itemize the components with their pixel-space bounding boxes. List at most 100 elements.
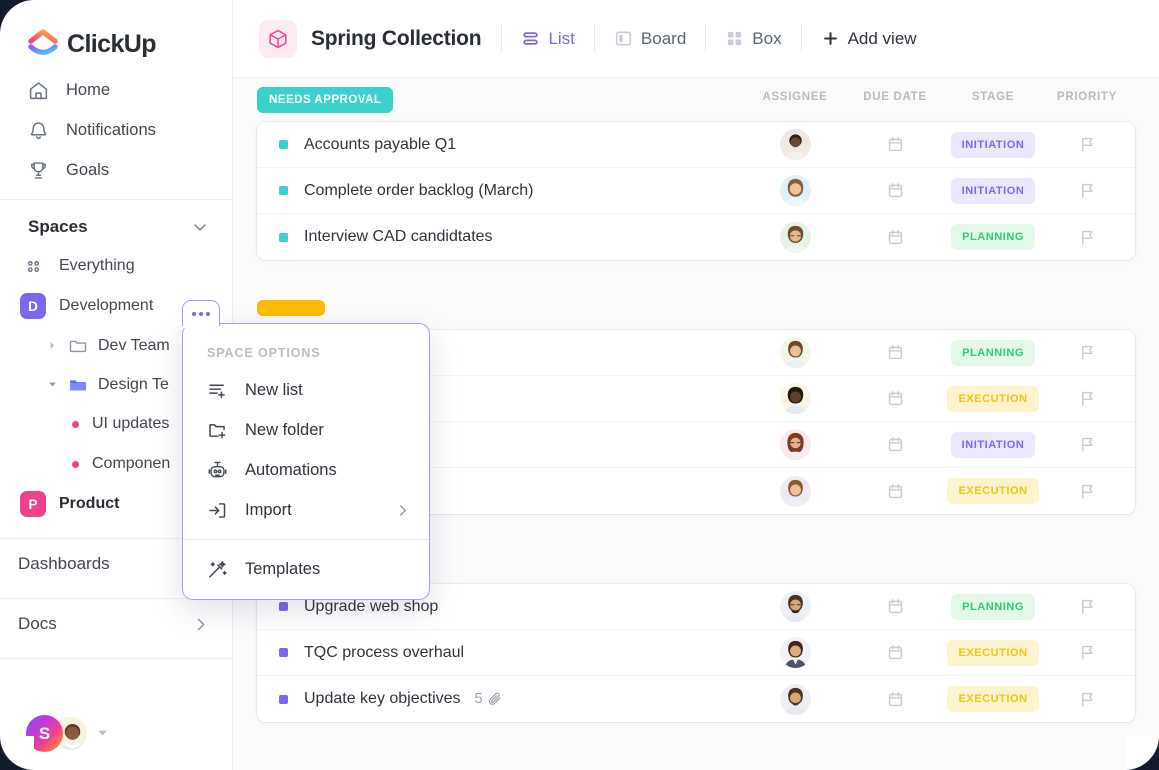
- avatar[interactable]: [779, 129, 811, 160]
- spaces-header[interactable]: Spaces: [0, 200, 232, 246]
- cell-due-date[interactable]: [843, 343, 947, 362]
- avatar[interactable]: [779, 221, 811, 253]
- menu-item-automations[interactable]: Automations: [183, 450, 429, 490]
- chevron-down-small-icon[interactable]: [48, 380, 58, 389]
- cell-stage[interactable]: EXECUTION: [947, 639, 1039, 666]
- cell-due-date[interactable]: [843, 435, 947, 454]
- calendar-icon[interactable]: [886, 643, 905, 662]
- cell-due-date[interactable]: [843, 643, 947, 662]
- cell-assignee[interactable]: [747, 383, 843, 414]
- user-account-widget[interactable]: S: [26, 715, 108, 752]
- tab-list[interactable]: List: [502, 19, 593, 59]
- sidebar-item-goals[interactable]: Goals: [0, 150, 232, 190]
- cell-stage[interactable]: INITIATION: [947, 431, 1039, 458]
- flag-icon[interactable]: [1078, 435, 1097, 454]
- sidebar-item-notifications[interactable]: Notifications: [0, 110, 232, 150]
- workspace-avatar[interactable]: S: [26, 715, 63, 752]
- avatar[interactable]: [779, 337, 811, 368]
- sidebar-item-home[interactable]: Home: [0, 70, 232, 110]
- flag-icon[interactable]: [1078, 643, 1097, 662]
- table-row[interactable]: Interview CAD candidtates PLANNING: [257, 214, 1135, 260]
- status-badge[interactable]: INITIATION: [950, 177, 1036, 204]
- attachment-count[interactable]: 5: [475, 691, 503, 707]
- status-square[interactable]: [279, 232, 288, 242]
- status-badge[interactable]: EXECUTION: [947, 639, 1039, 666]
- avatar[interactable]: [779, 175, 811, 206]
- calendar-icon[interactable]: [886, 690, 905, 709]
- status-badge[interactable]: EXECUTION: [947, 385, 1039, 412]
- group-badge[interactable]: [257, 300, 325, 316]
- calendar-icon[interactable]: [886, 389, 905, 408]
- cell-priority[interactable]: [1039, 228, 1135, 247]
- cell-stage[interactable]: PLANNING: [947, 339, 1039, 366]
- cell-assignee[interactable]: [747, 429, 843, 460]
- status-square[interactable]: [279, 648, 288, 657]
- status-square[interactable]: [279, 694, 288, 704]
- table-row[interactable]: Complete order backlog (March) INITIATIO…: [257, 168, 1135, 214]
- table-row[interactable]: Update key objectives 5 EXECUTION: [257, 676, 1135, 722]
- tab-board[interactable]: Board: [595, 19, 705, 59]
- cell-assignee[interactable]: [747, 129, 843, 160]
- calendar-icon[interactable]: [886, 482, 905, 501]
- cell-priority[interactable]: [1039, 597, 1135, 616]
- cell-priority[interactable]: [1039, 643, 1135, 662]
- cell-priority[interactable]: [1039, 690, 1135, 709]
- flag-icon[interactable]: [1078, 389, 1097, 408]
- calendar-icon[interactable]: [886, 135, 905, 154]
- chevron-right-icon[interactable]: [394, 502, 411, 519]
- cell-priority[interactable]: [1039, 181, 1135, 200]
- menu-item-templates[interactable]: Templates: [183, 549, 429, 589]
- calendar-icon[interactable]: [886, 597, 905, 616]
- status-badge[interactable]: PLANNING: [951, 593, 1035, 620]
- cell-due-date[interactable]: [843, 228, 947, 247]
- avatar[interactable]: [779, 475, 811, 507]
- menu-item-new-folder[interactable]: New folder: [183, 410, 429, 450]
- chevron-right-icon[interactable]: [191, 615, 210, 634]
- avatar[interactable]: [779, 429, 811, 460]
- chevron-down-icon[interactable]: [97, 725, 108, 743]
- cell-stage[interactable]: EXECUTION: [947, 478, 1039, 504]
- status-square[interactable]: [279, 602, 288, 611]
- sidebar-item-everything[interactable]: Everything: [0, 246, 232, 286]
- status-badge[interactable]: EXECUTION: [947, 686, 1039, 712]
- flag-icon[interactable]: [1078, 181, 1097, 200]
- calendar-icon[interactable]: [886, 435, 905, 454]
- menu-item-new-list[interactable]: New list: [183, 370, 429, 410]
- calendar-icon[interactable]: [886, 343, 905, 362]
- app-logo[interactable]: ClickUp: [0, 0, 232, 66]
- flag-icon[interactable]: [1078, 343, 1097, 362]
- status-badge[interactable]: EXECUTION: [947, 478, 1039, 504]
- cell-assignee[interactable]: [747, 337, 843, 368]
- status-badge[interactable]: PLANNING: [951, 339, 1035, 366]
- cell-assignee[interactable]: [747, 475, 843, 507]
- avatar[interactable]: [779, 383, 811, 414]
- tab-box[interactable]: Box: [706, 19, 800, 59]
- cell-due-date[interactable]: [843, 389, 947, 408]
- space-options-trigger[interactable]: [182, 300, 220, 328]
- menu-item-import[interactable]: Import: [183, 490, 429, 530]
- status-badge[interactable]: INITIATION: [950, 131, 1036, 158]
- cell-priority[interactable]: [1039, 135, 1135, 154]
- status-badge[interactable]: INITIATION: [950, 431, 1036, 458]
- cell-stage[interactable]: INITIATION: [947, 131, 1039, 158]
- cell-stage[interactable]: PLANNING: [947, 593, 1039, 620]
- cell-due-date[interactable]: [843, 181, 947, 200]
- cell-due-date[interactable]: [843, 690, 947, 709]
- chevron-down-icon[interactable]: [190, 217, 210, 237]
- cell-priority[interactable]: [1039, 343, 1135, 362]
- cell-stage[interactable]: INITIATION: [947, 177, 1039, 204]
- flag-icon[interactable]: [1078, 228, 1097, 247]
- cell-stage[interactable]: EXECUTION: [947, 686, 1039, 712]
- avatar[interactable]: [779, 637, 811, 668]
- cell-assignee[interactable]: [747, 683, 843, 715]
- table-row[interactable]: Accounts payable Q1 INITIATION: [257, 122, 1135, 168]
- cell-due-date[interactable]: [843, 135, 947, 154]
- cell-stage[interactable]: EXECUTION: [947, 385, 1039, 412]
- chevron-right-icon[interactable]: [48, 341, 58, 350]
- status-badge[interactable]: PLANNING: [951, 224, 1035, 250]
- add-view-button[interactable]: Add view: [802, 19, 936, 59]
- calendar-icon[interactable]: [886, 228, 905, 247]
- table-row[interactable]: TQC process overhaul EXECUTION: [257, 630, 1135, 676]
- flag-icon[interactable]: [1078, 482, 1097, 501]
- flag-icon[interactable]: [1078, 597, 1097, 616]
